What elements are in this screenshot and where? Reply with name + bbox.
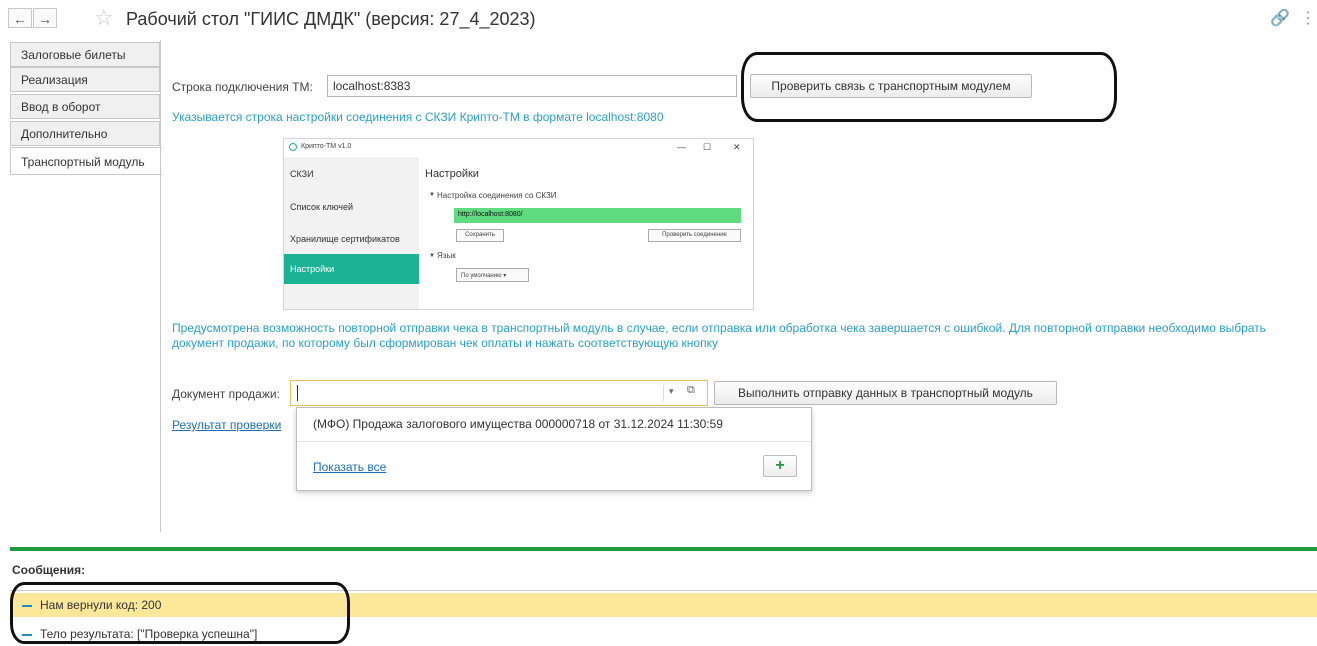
close-icon: ✕ [733, 142, 741, 152]
annotation-ellipse-top [741, 52, 1117, 122]
app-logo-icon [289, 143, 297, 151]
crypto-tm-screenshot: Крипто-ТМ v1.0 — ☐ ✕ СКЗИ Список ключей … [283, 138, 754, 310]
doc-input[interactable]: ▾ ⧉ [290, 380, 708, 406]
screenshot-sidebar: СКЗИ Список ключей Хранилище сертификато… [284, 157, 419, 309]
text-cursor [297, 385, 298, 401]
messages-title: Сообщения: [12, 563, 86, 577]
messages-separator [10, 547, 1317, 551]
caret-down-icon: ▼ [429, 253, 435, 259]
section-language: Язык [437, 251, 456, 260]
doc-label: Документ продажи: [172, 387, 280, 401]
link-icon[interactable]: 🔗 [1270, 8, 1290, 28]
dropdown-item[interactable]: (МФО) Продажа залогового имущества 00000… [313, 417, 723, 431]
conn-string-input[interactable]: localhost:8383 [327, 75, 737, 97]
minimize-icon: — [677, 142, 686, 152]
tab-additional[interactable]: Дополнительно [10, 121, 160, 146]
dropdown-arrow-icon[interactable]: ▾ [669, 386, 674, 397]
field-separator [663, 385, 664, 401]
tab-divider [160, 40, 161, 532]
doc-dropdown: (МФО) Продажа залогового имущества 00000… [296, 407, 812, 491]
tab-pledge-tickets[interactable]: Залоговые билеты [10, 42, 160, 67]
save-button: Сохранить [456, 229, 504, 242]
caret-down-icon: ▼ [429, 192, 435, 198]
hint-resend: Предусмотрена возможность повторной отпр… [172, 321, 1266, 350]
favorite-star-icon[interactable]: ☆ [94, 5, 114, 31]
dropdown-divider [297, 441, 811, 442]
maximize-icon: ☐ [703, 142, 712, 152]
sidebar-item-skzi: СКЗИ [290, 169, 314, 179]
sidebar-item-settings: Настройки [284, 254, 419, 284]
app-title: Крипто-ТМ v1.0 [301, 143, 352, 150]
back-button[interactable]: ← [8, 8, 32, 28]
section-connection: Настройка соединения со СКЗИ [437, 191, 557, 200]
chevron-down-icon: ▾ [503, 273, 507, 279]
show-all-link[interactable]: Показать все [313, 460, 386, 474]
tab-circulation[interactable]: Ввод в оборот [10, 94, 160, 119]
open-icon[interactable]: ⧉ [687, 384, 695, 397]
annotation-ellipse-bottom [10, 582, 350, 644]
page-title: Рабочий стол "ГИИС ДМДК" (версия: 27_4_2… [126, 9, 536, 29]
sidebar-item-certs: Хранилище сертификатов [290, 234, 400, 244]
language-select: По умолчанию ▾ [456, 268, 529, 282]
result-link[interactable]: Результат проверки [172, 418, 281, 432]
url-field: http://localhost:8080/ [454, 208, 741, 223]
check-connection-mini-button: Проверить соединение [648, 229, 741, 242]
sidebar-item-keys: Список ключей [290, 202, 354, 212]
send-to-module-button[interactable]: Выполнить отправку данных в транспортный… [714, 381, 1057, 405]
add-icon[interactable]: + [763, 455, 797, 477]
tab-transport-module[interactable]: Транспортный модуль [10, 147, 162, 175]
hint-connection-format: Указывается строка настройки соединения … [172, 110, 664, 124]
forward-button[interactable]: → [33, 8, 57, 28]
more-icon[interactable]: ⋮ [1300, 8, 1316, 28]
tab-sales[interactable]: Реализация [10, 67, 160, 92]
screenshot-heading: Настройки [425, 168, 479, 180]
conn-label: Строка подключения ТМ: [172, 80, 313, 94]
